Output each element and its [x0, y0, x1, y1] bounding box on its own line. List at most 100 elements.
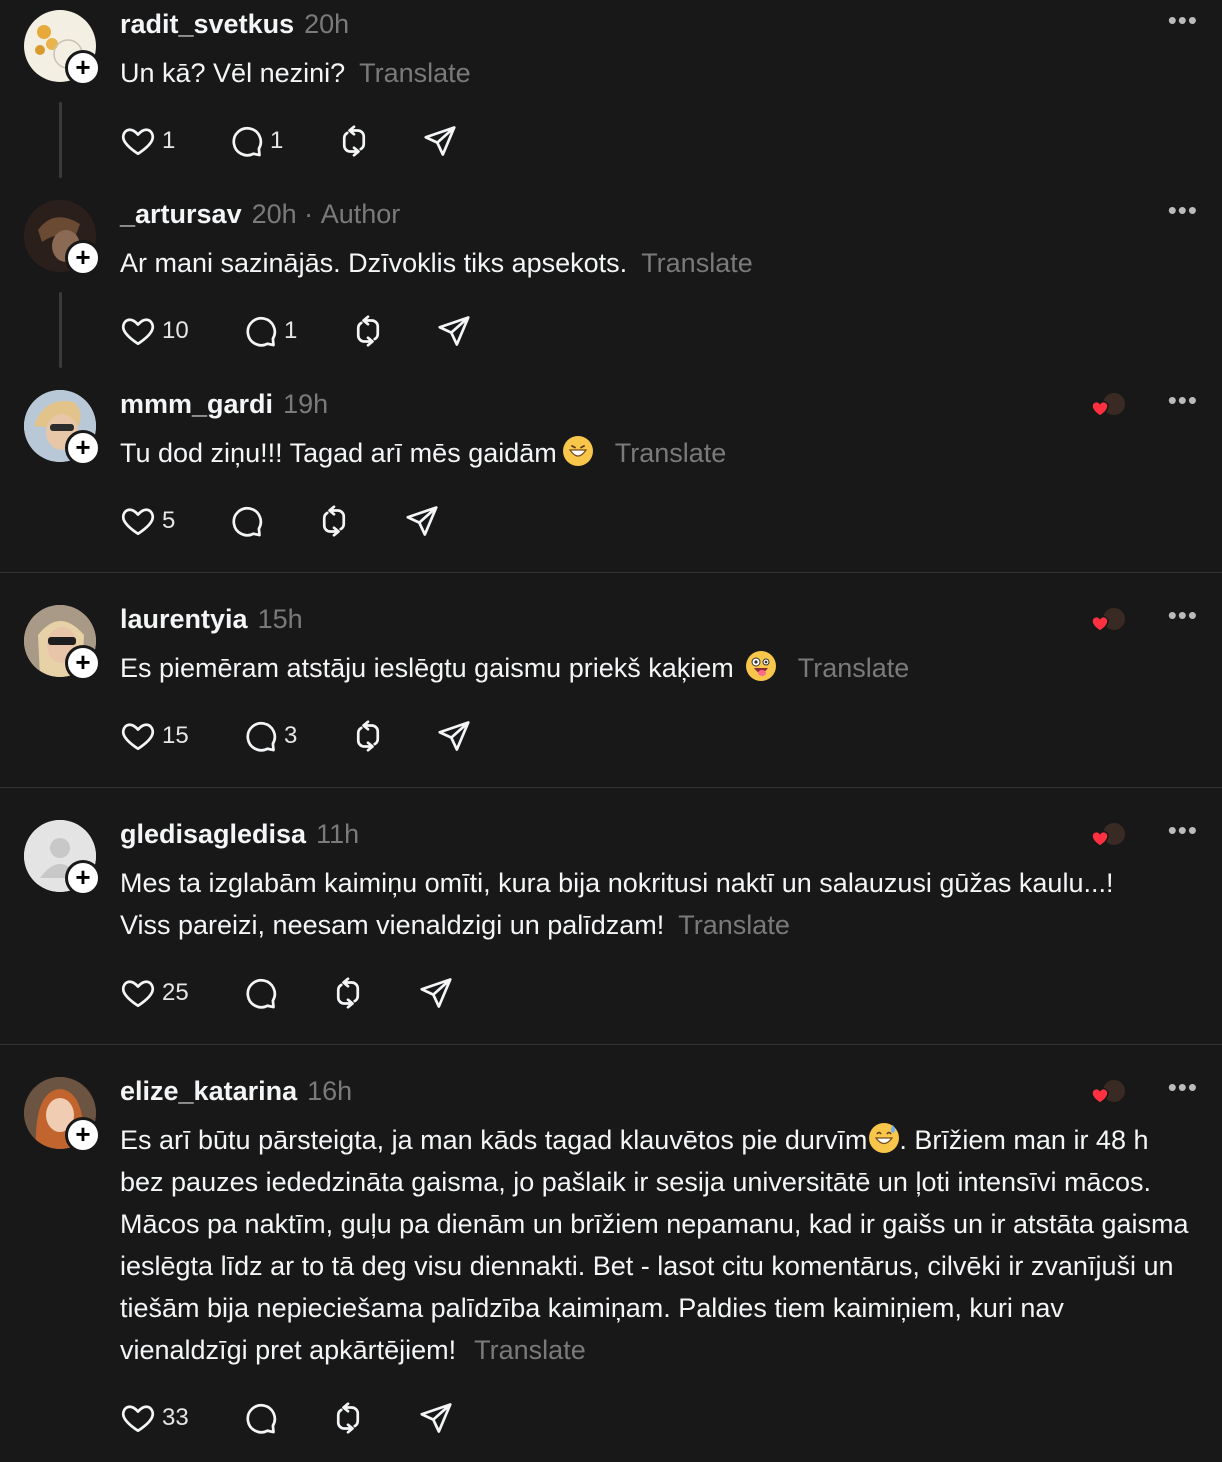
username[interactable]: elize_katarina	[120, 1076, 297, 1106]
reply-count: 1	[284, 317, 298, 344]
comment-post: + elize_katarina 16h ••• Es arī būtu pārs…	[0, 1067, 1222, 1462]
comment-text: Tu dod ziņu!!! Tagad arī mēs gaidām	[120, 438, 557, 468]
more-icon[interactable]: •••	[1168, 817, 1198, 843]
reply-button[interactable]: 1	[242, 311, 297, 351]
repost-icon	[330, 975, 366, 1011]
heart-icon	[120, 1400, 156, 1436]
comment-post: + radit_svetkus 20h ••• Un kā? Vēl nezini…	[0, 0, 1222, 190]
reply-count: 3	[284, 722, 298, 749]
repost-button[interactable]	[350, 716, 386, 756]
author-badge: Author	[320, 199, 401, 229]
share-button[interactable]	[418, 973, 454, 1013]
divider	[0, 572, 1222, 573]
share-icon	[436, 313, 472, 349]
follow-plus-icon[interactable]: +	[65, 430, 101, 466]
repost-button[interactable]	[330, 973, 366, 1013]
reply-button[interactable]	[228, 501, 264, 541]
more-icon[interactable]: •••	[1168, 197, 1198, 223]
follow-plus-icon[interactable]: +	[65, 50, 101, 86]
translate-link[interactable]: Translate	[615, 438, 727, 468]
share-button[interactable]	[418, 1398, 454, 1438]
reply-button[interactable]	[242, 1398, 278, 1438]
thread-line	[59, 292, 62, 368]
comment-text: Un kā? Vēl nezini?	[120, 58, 346, 88]
comment-text: Es piemēram atstāju ieslēgtu gaismu prie…	[120, 653, 734, 683]
like-button[interactable]: 33	[120, 1398, 189, 1438]
like-button[interactable]: 25	[120, 973, 189, 1013]
username[interactable]: laurentyia	[120, 604, 248, 634]
timestamp: 19h	[283, 389, 329, 419]
username[interactable]: radit_svetkus	[120, 9, 294, 39]
comment-post: + _artursav 20h · Author ••• Ar mani sazi…	[0, 190, 1222, 380]
comment-text: Ar mani sazinājās. Dzīvoklis tiks apseko…	[120, 248, 628, 278]
comment-icon	[228, 503, 264, 539]
follow-plus-icon[interactable]: +	[65, 240, 101, 276]
comment-icon	[242, 975, 278, 1011]
comment-text-part: Es arī būtu pārsteigta, ja man kāds taga…	[120, 1125, 868, 1155]
reply-button[interactable]	[242, 973, 278, 1013]
repost-button[interactable]	[350, 311, 386, 351]
translate-link[interactable]: Translate	[641, 248, 753, 278]
repost-button[interactable]	[316, 501, 352, 541]
more-icon[interactable]: •••	[1168, 387, 1198, 413]
comment-post: + laurentyia 15h ••• Es piemēram atstāju …	[0, 595, 1222, 787]
repost-button[interactable]	[330, 1398, 366, 1438]
heart-icon	[120, 123, 156, 159]
translate-link[interactable]: Translate	[678, 910, 790, 940]
like-count: 33	[162, 1404, 189, 1431]
translate-link[interactable]: Translate	[474, 1335, 586, 1365]
repost-icon	[350, 718, 386, 754]
follow-plus-icon[interactable]: +	[65, 645, 101, 681]
more-icon[interactable]: •••	[1168, 7, 1198, 33]
timestamp: 20h	[251, 199, 297, 229]
comment-icon	[228, 123, 264, 159]
heart-icon	[120, 718, 156, 754]
timestamp: 11h	[316, 819, 360, 849]
timestamp: 16h	[307, 1076, 353, 1106]
comment-icon	[242, 1400, 278, 1436]
repost-button[interactable]	[336, 121, 372, 161]
more-icon[interactable]: •••	[1168, 1074, 1198, 1100]
reply-count: 1	[270, 127, 284, 154]
share-icon	[418, 975, 454, 1011]
username[interactable]: mmm_gardi	[120, 389, 273, 419]
reply-button[interactable]: 1	[228, 121, 283, 161]
like-count: 10	[162, 317, 189, 344]
share-button[interactable]	[422, 121, 458, 161]
separator: ·	[304, 199, 314, 229]
share-icon	[404, 503, 440, 539]
comment-text: Mes ta izglabām kaimiņu omīti, kura bija…	[120, 868, 1114, 940]
like-button[interactable]: 1	[120, 121, 175, 161]
repost-icon	[336, 123, 372, 159]
author-liked-icon	[1090, 390, 1128, 420]
like-count: 15	[162, 722, 189, 749]
share-button[interactable]	[436, 716, 472, 756]
comment-icon	[242, 718, 278, 754]
translate-link[interactable]: Translate	[359, 58, 471, 88]
username[interactable]: gledisagledisa	[120, 819, 306, 849]
comment-post: + gledisagledisa 11h ••• Mes ta izglabām …	[0, 810, 1222, 1044]
thread-line	[59, 102, 62, 178]
translate-link[interactable]: Translate	[798, 653, 910, 683]
sweat-smile-emoji-icon	[869, 1123, 900, 1153]
like-button[interactable]: 5	[120, 501, 175, 541]
comment-text-part: . Brīžiem man ir 48 h bez pauzes iededzi…	[120, 1125, 1189, 1365]
follow-plus-icon[interactable]: +	[65, 860, 101, 896]
like-button[interactable]: 10	[120, 311, 189, 351]
like-button[interactable]: 15	[120, 716, 189, 756]
author-liked-icon	[1090, 1077, 1128, 1107]
share-button[interactable]	[436, 311, 472, 351]
grinning-emoji-icon	[562, 436, 593, 466]
timestamp: 20h	[304, 9, 350, 39]
heart-icon	[120, 503, 156, 539]
username[interactable]: _artursav	[120, 199, 242, 229]
share-icon	[418, 1400, 454, 1436]
comment-icon	[242, 313, 278, 349]
share-button[interactable]	[404, 501, 440, 541]
zany-face-emoji-icon	[745, 651, 776, 681]
reply-button[interactable]: 3	[242, 716, 297, 756]
author-liked-icon	[1090, 820, 1128, 850]
follow-plus-icon[interactable]: +	[65, 1117, 101, 1153]
more-icon[interactable]: •••	[1168, 602, 1198, 628]
share-icon	[436, 718, 472, 754]
